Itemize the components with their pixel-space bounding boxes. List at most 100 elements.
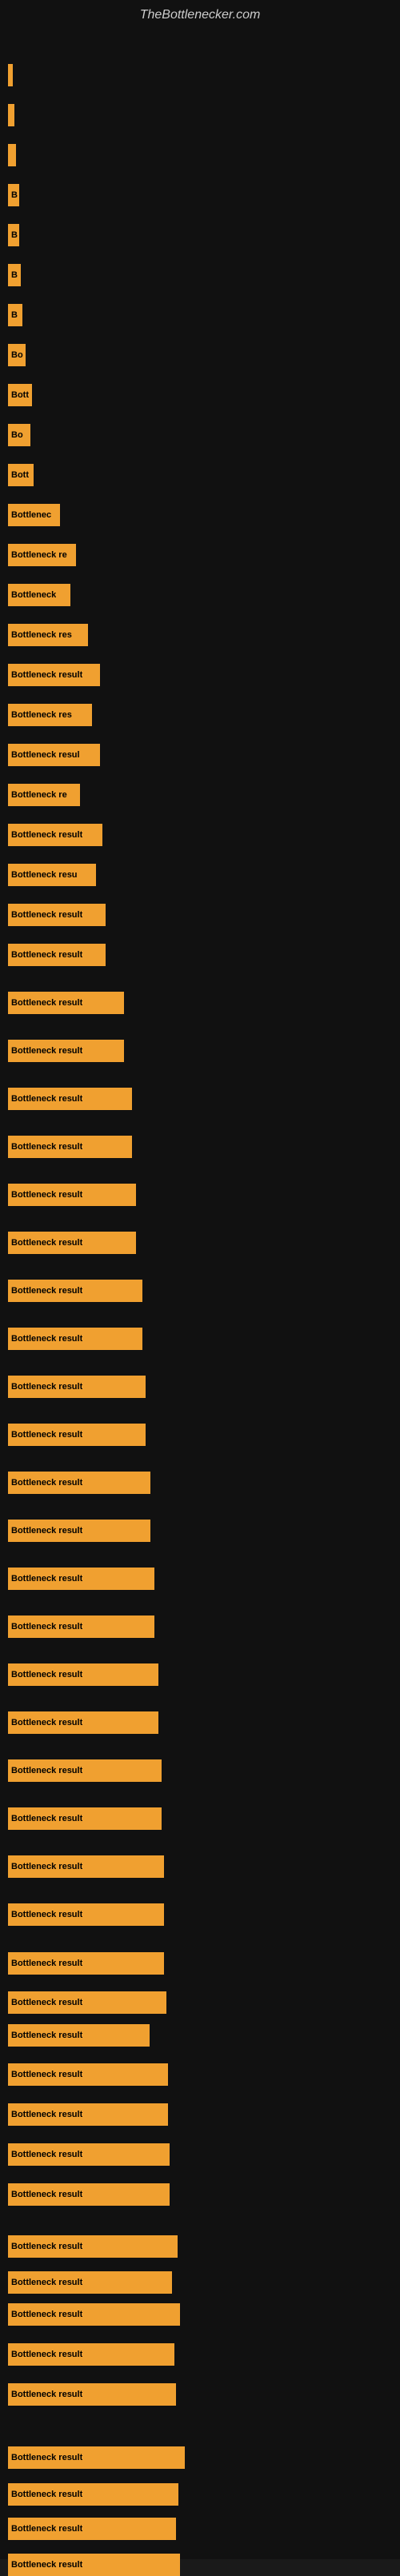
bar-item: Bottleneck result [8, 1376, 146, 1398]
bar-item: Bottleneck result [8, 2063, 168, 2086]
bar-item: Bottleneck result [8, 2183, 170, 2206]
bar-item: Bottleneck result [8, 1952, 164, 1975]
bar-item: Bottleneck result [8, 2483, 178, 2506]
bar-label: Bottleneck result [11, 2110, 82, 2119]
bar-item: Bott [8, 384, 32, 406]
bar-item: Bottleneck result [8, 992, 124, 1014]
bar-label: Bottleneck result [11, 2350, 82, 2359]
bar-item: Bottleneck result [8, 1991, 166, 2014]
bar-label: Bottleneck resul [11, 750, 80, 760]
bar-label: Bottleneck result [11, 2524, 82, 2534]
bar-item: Bottleneck result [8, 664, 100, 686]
bar-label: B [11, 190, 18, 200]
bar-label: Bottleneck result [11, 2031, 82, 2040]
site-title: TheBottlenecker.com [0, 0, 400, 26]
bar-label: Bo [11, 350, 23, 360]
bar-label: Bottleneck result [11, 1998, 82, 2007]
bar-item: B [8, 224, 19, 246]
bar-label: Bottleneck result [11, 2310, 82, 2319]
bar-label: Bottleneck result [11, 1766, 82, 1775]
bar-label: Bottleneck result [11, 1574, 82, 1584]
bar-label: Bottleneck result [11, 1046, 82, 1056]
bar-item: Bottleneck [8, 584, 70, 606]
bar-label: Bott [11, 390, 29, 400]
bar-item: Bottleneck result [8, 1472, 150, 1494]
bar-label: Bottleneck re [11, 550, 67, 560]
bar-label: B [11, 230, 18, 240]
bar-item: Bottleneck result [8, 1807, 162, 1830]
bar-label: Bo [11, 430, 23, 440]
bar-item: Bottleneck result [8, 2271, 172, 2294]
bar-label: Bottleneck result [11, 1814, 82, 1823]
bar-label: Bottleneck result [11, 670, 82, 680]
bar-item: Bottleneck result [8, 1903, 164, 1926]
bar-item: Bottleneck result [8, 1280, 142, 1302]
bar-item: Bott [8, 464, 34, 486]
bar-label: Bottleneck result [11, 2560, 82, 2570]
bar-item: Bottleneck resul [8, 744, 100, 766]
bar-item [8, 144, 16, 166]
bar-label: Bottleneck result [11, 1190, 82, 1200]
bar-item: Bottleneck result [8, 944, 106, 966]
bar-item: Bottleneck result [8, 1855, 164, 1878]
bar-label: Bottleneck result [11, 2453, 82, 2462]
bar-item: Bottleneck result [8, 1232, 136, 1254]
bar-label: Bottleneck result [11, 1670, 82, 1679]
bar-item: Bottleneck result [8, 1184, 136, 1206]
bar-item: Bottleneck result [8, 2235, 178, 2258]
bar-item: B [8, 184, 19, 206]
bar-item [8, 104, 14, 126]
bar-label: Bottleneck res [11, 630, 72, 640]
bar-label: Bottleneck result [11, 830, 82, 840]
bar-label: Bottleneck result [11, 998, 82, 1008]
bar-label: Bottleneck result [11, 2190, 82, 2199]
bar-item: Bottleneck resu [8, 864, 96, 886]
bar-label: Bottleneck resu [11, 870, 78, 880]
bar-item: Bottleneck re [8, 784, 80, 806]
bar-item: Bottleneck result [8, 1663, 158, 1686]
bar-label: Bottleneck result [11, 1430, 82, 1440]
bar-item [8, 64, 13, 86]
bar-label: Bottleneck result [11, 2278, 82, 2287]
bar-item: Bottleneck res [8, 704, 92, 726]
bar-label: Bottleneck result [11, 910, 82, 920]
bar-item: Bottleneck result [8, 1424, 146, 1446]
bar-item: Bottleneck result [8, 2383, 176, 2406]
bar-label: Bott [11, 470, 29, 480]
bar-label: Bottleneck res [11, 710, 72, 720]
bar-item: Bottleneck result [8, 1615, 154, 1638]
chart-area: TheBottlenecker.com B B B B Bo Bott Bo Bott Bott… [0, 0, 400, 2559]
bar-item: Bottleneck result [8, 2103, 168, 2126]
bar-label: Bottleneck result [11, 2150, 82, 2159]
bar-label: Bottleneck result [11, 2390, 82, 2399]
bar-label: Bottleneck result [11, 950, 82, 960]
bar-item: Bottleneck result [8, 1520, 150, 1542]
bar-label: Bottleneck result [11, 1286, 82, 1296]
bar-item: Bottleneck result [8, 2518, 176, 2540]
bar-item: Bottleneck result [8, 2143, 170, 2166]
bar-item: Bottleneck result [8, 1040, 124, 1062]
bar-item: Bottleneck result [8, 904, 106, 926]
bar-item: B [8, 264, 21, 286]
bar-item: Bottleneck re [8, 544, 76, 566]
bar-item: Bottleneck result [8, 1136, 132, 1158]
bar-label: Bottleneck result [11, 1862, 82, 1871]
bar-item: Bottleneck result [8, 1759, 162, 1782]
bar-item: Bottleneck result [8, 1568, 154, 1590]
bar-label: Bottleneck result [11, 1334, 82, 1344]
bar-label: Bottleneck result [11, 1142, 82, 1152]
bar-label: Bottleneck result [11, 1526, 82, 1536]
bar-label: Bottleneck result [11, 1622, 82, 1631]
bar-item: Bottleneck result [8, 2343, 174, 2366]
bar-item: Bottleneck result [8, 2303, 180, 2326]
bar-label: Bottlenec [11, 510, 51, 520]
bar-item: Bottleneck result [8, 2024, 150, 2047]
bar-label: Bottleneck result [11, 1478, 82, 1488]
bar-item: Bottleneck result [8, 1088, 132, 1110]
bar-label: B [11, 310, 18, 320]
bar-item: B [8, 304, 22, 326]
bar-label: Bottleneck result [11, 1382, 82, 1392]
bar-item: Bottleneck result [8, 2554, 180, 2576]
bar-label: Bottleneck result [11, 2490, 82, 2499]
bar-label: Bottleneck result [11, 1910, 82, 1919]
